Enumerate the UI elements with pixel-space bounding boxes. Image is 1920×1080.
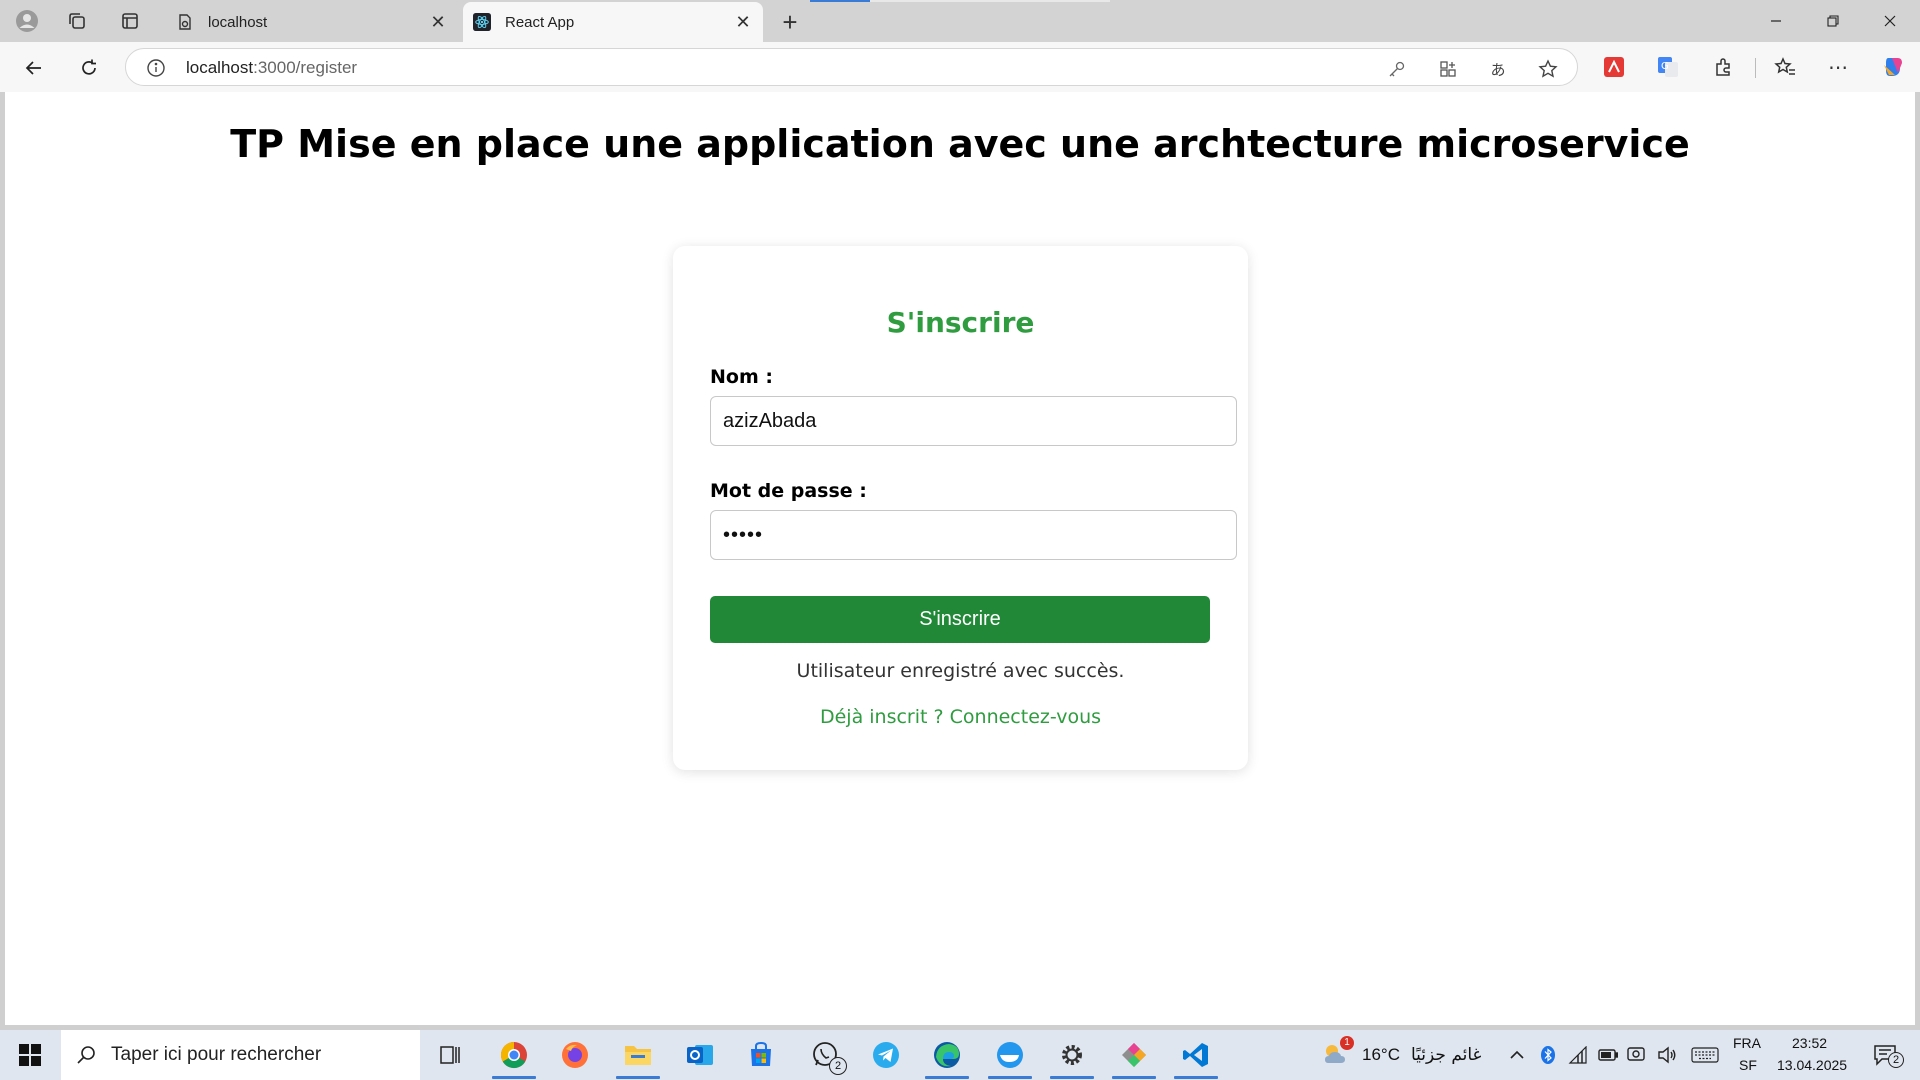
whatsapp-icon[interactable]: 2 bbox=[797, 1035, 853, 1075]
chrome-icon[interactable] bbox=[486, 1035, 542, 1079]
url-text[interactable]: localhost:3000/register bbox=[186, 58, 357, 78]
new-tab-button[interactable]: + bbox=[775, 7, 805, 37]
meet-now-icon[interactable] bbox=[1626, 1044, 1648, 1066]
key-icon[interactable] bbox=[1385, 57, 1409, 81]
chevron-up-icon[interactable] bbox=[1506, 1044, 1528, 1066]
reload-button[interactable] bbox=[74, 53, 104, 83]
active-indicator bbox=[1174, 1076, 1218, 1079]
translate-icon[interactable]: あ bbox=[1486, 57, 1510, 81]
svg-text:G: G bbox=[1661, 61, 1669, 72]
weather-badge: 1 bbox=[1340, 1036, 1354, 1050]
weather-temperature: 16°C bbox=[1362, 1045, 1400, 1064]
firefox-icon[interactable] bbox=[547, 1035, 603, 1075]
browser-toolbar: localhost:3000/register あ G ⋯ bbox=[0, 42, 1920, 92]
workspaces-icon[interactable] bbox=[63, 7, 91, 35]
tab-react-app[interactable]: React App ✕ bbox=[463, 2, 763, 42]
whatsapp-badge: 2 bbox=[829, 1057, 847, 1075]
clock-time[interactable]: 23:52 bbox=[1792, 1035, 1827, 1051]
weather-description: غائم جزئيًا bbox=[1411, 1045, 1482, 1065]
keyboard-icon[interactable] bbox=[1690, 1044, 1720, 1066]
register-card: S'inscrire Nom : Mot de passe : S'inscri… bbox=[673, 246, 1248, 770]
volume-icon[interactable] bbox=[1656, 1044, 1678, 1066]
url-path: :3000/register bbox=[253, 58, 358, 77]
tab-title: React App bbox=[505, 13, 575, 31]
name-input[interactable] bbox=[710, 396, 1237, 446]
close-window-button[interactable] bbox=[1867, 7, 1913, 35]
restore-button[interactable] bbox=[1810, 7, 1856, 35]
active-indicator bbox=[1112, 1076, 1156, 1079]
back-button[interactable] bbox=[19, 53, 49, 83]
react-icon bbox=[473, 13, 491, 31]
page-icon bbox=[176, 13, 194, 31]
address-bar[interactable]: localhost:3000/register あ bbox=[125, 48, 1578, 86]
name-label: Nom : bbox=[710, 366, 773, 388]
tools-app-icon[interactable] bbox=[1106, 1035, 1162, 1079]
outlook-icon[interactable] bbox=[672, 1035, 728, 1075]
tab-actions-icon[interactable] bbox=[116, 7, 144, 35]
network-icon[interactable] bbox=[1567, 1044, 1589, 1066]
register-heading: S'inscrire bbox=[886, 306, 1035, 339]
app-available-icon[interactable] bbox=[1436, 57, 1460, 81]
google-translate-extension-icon[interactable]: G bbox=[1655, 54, 1681, 80]
page-title: TP Mise en place une application avec un… bbox=[230, 122, 1690, 166]
search-placeholder: Taper ici pour rechercher bbox=[111, 1044, 322, 1065]
notification-center-icon[interactable]: 2 bbox=[1870, 1044, 1904, 1068]
docker-icon[interactable] bbox=[982, 1035, 1038, 1079]
register-button[interactable]: S'inscrire bbox=[710, 596, 1210, 643]
clock-date[interactable]: 13.04.2025 bbox=[1777, 1057, 1847, 1073]
task-view-icon[interactable] bbox=[422, 1035, 478, 1075]
settings-gear-icon[interactable] bbox=[1044, 1035, 1100, 1079]
close-icon[interactable]: ✕ bbox=[428, 12, 448, 32]
windows-taskbar: Taper ici pour rechercher 2 1 16°C غائم … bbox=[0, 1030, 1920, 1080]
favorite-star-icon[interactable] bbox=[1536, 57, 1560, 81]
search-icon bbox=[61, 1045, 111, 1065]
tab-localhost[interactable]: localhost ✕ bbox=[166, 2, 458, 42]
bluetooth-icon[interactable] bbox=[1537, 1044, 1559, 1066]
browser-titlebar: localhost ✕ React App ✕ + bbox=[0, 0, 1920, 42]
profile-icon[interactable] bbox=[13, 7, 41, 35]
close-icon[interactable]: ✕ bbox=[733, 12, 753, 32]
pdf-extension-icon[interactable] bbox=[1601, 54, 1627, 80]
password-label: Mot de passe : bbox=[710, 480, 867, 502]
notification-count: 2 bbox=[1888, 1052, 1904, 1068]
active-indicator bbox=[616, 1076, 660, 1079]
favorites-icon[interactable] bbox=[1772, 54, 1798, 80]
keyboard-layout-code[interactable]: SF bbox=[1739, 1057, 1757, 1073]
toolbar-divider bbox=[1755, 58, 1756, 78]
battery-icon[interactable] bbox=[1597, 1044, 1619, 1066]
site-info-icon[interactable] bbox=[146, 58, 166, 78]
weather-icon[interactable]: 1 bbox=[1322, 1036, 1354, 1068]
vscode-icon[interactable] bbox=[1168, 1035, 1224, 1079]
active-indicator bbox=[492, 1076, 536, 1079]
success-message: Utilisateur enregistré avec succès. bbox=[796, 660, 1125, 682]
taskbar-search[interactable]: Taper ici pour rechercher bbox=[61, 1030, 420, 1080]
active-indicator bbox=[1050, 1076, 1094, 1079]
language-code[interactable]: FRA bbox=[1733, 1035, 1761, 1051]
minimize-button[interactable] bbox=[1753, 7, 1799, 35]
loading-track bbox=[870, 0, 1110, 2]
active-indicator bbox=[925, 1076, 969, 1079]
edge-icon[interactable] bbox=[919, 1035, 975, 1079]
microsoft-store-icon[interactable] bbox=[733, 1035, 789, 1075]
file-explorer-icon[interactable] bbox=[610, 1035, 666, 1079]
loading-indicator bbox=[810, 0, 870, 2]
password-input[interactable] bbox=[710, 510, 1237, 560]
active-indicator bbox=[988, 1076, 1032, 1079]
extensions-icon[interactable] bbox=[1711, 54, 1737, 80]
start-button[interactable] bbox=[0, 1030, 60, 1080]
url-host: localhost bbox=[186, 58, 254, 77]
copilot-icon[interactable] bbox=[1880, 54, 1906, 80]
more-menu-icon[interactable]: ⋯ bbox=[1825, 54, 1851, 80]
tab-title: localhost bbox=[208, 13, 268, 31]
telegram-icon[interactable] bbox=[858, 1035, 914, 1075]
login-link[interactable]: Déjà inscrit ? Connectez-vous bbox=[673, 706, 1248, 728]
page-viewport: TP Mise en place une application avec un… bbox=[5, 92, 1915, 1025]
